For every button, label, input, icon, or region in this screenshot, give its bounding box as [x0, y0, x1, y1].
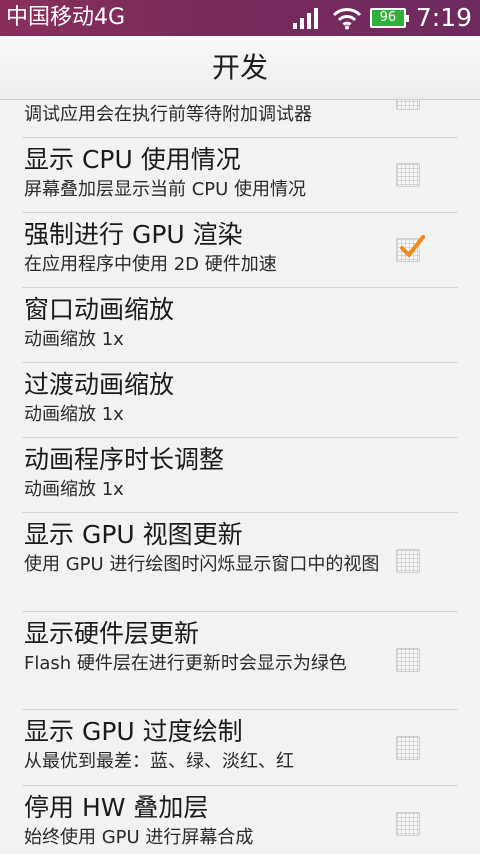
setting-transition-animation-scale[interactable]: 过渡动画缩放 动画缩放 1x	[0, 363, 480, 438]
setting-summary: 屏幕叠加层显示当前 CPU 使用情况	[24, 179, 307, 200]
setting-summary: 从最优到最差：蓝、绿、淡红、红	[24, 751, 294, 772]
status-bar: 中国移动4G 96 7:19	[0, 0, 480, 36]
setting-wait-for-debugger[interactable]: 调试应用会在执行前等待附加调试器	[0, 100, 480, 138]
setting-summary: 动画缩放 1x	[24, 404, 124, 425]
setting-title: 显示 GPU 视图更新	[24, 520, 243, 549]
force-gpu-rendering-checkbox[interactable]	[396, 235, 425, 262]
setting-title: 过渡动画缩放	[24, 370, 175, 399]
show-cpu-usage-checkbox[interactable]	[396, 163, 420, 187]
setting-summary: 动画缩放 1x	[24, 479, 124, 500]
title-bar: 开发	[0, 36, 480, 100]
setting-show-gpu-overdraw[interactable]: 显示 GPU 过度绘制 从最优到最差：蓝、绿、淡红、红	[0, 710, 480, 786]
setting-title: 窗口动画缩放	[24, 295, 175, 324]
show-gpu-overdraw-checkbox[interactable]	[396, 736, 420, 760]
setting-window-animation-scale[interactable]: 窗口动画缩放 动画缩放 1x	[0, 288, 480, 363]
setting-show-hardware-layer-updates[interactable]: 显示硬件层更新 Flash 硬件层在进行更新时会显示为绿色	[0, 612, 480, 710]
battery-icon: 96	[369, 8, 409, 28]
setting-summary: 动画缩放 1x	[24, 329, 124, 350]
setting-title: 显示硬件层更新	[24, 619, 200, 648]
settings-list[interactable]: 调试应用会在执行前等待附加调试器 显示 CPU 使用情况 屏幕叠加层显示当前 C…	[0, 100, 480, 854]
setting-show-cpu-usage[interactable]: 显示 CPU 使用情况 屏幕叠加层显示当前 CPU 使用情况	[0, 138, 480, 213]
status-icons: 96 7:19	[292, 3, 472, 33]
setting-disable-hw-overlays[interactable]: 停用 HW 叠加层 始终使用 GPU 进行屏幕合成	[0, 786, 480, 854]
wait-for-debugger-checkbox[interactable]	[396, 100, 420, 110]
setting-title: 显示 CPU 使用情况	[24, 145, 241, 174]
carrier-name: 中国移动4G	[6, 5, 126, 30]
setting-summary: 始终使用 GPU 进行屏幕合成	[24, 827, 254, 848]
battery-level: 96	[379, 10, 397, 25]
wifi-icon	[332, 8, 361, 30]
setting-animator-duration-scale[interactable]: 动画程序时长调整 动画缩放 1x	[0, 438, 480, 513]
clock: 7:19	[415, 3, 472, 32]
setting-summary: 使用 GPU 进行绘图时闪烁显示窗口中的视图	[24, 554, 380, 575]
setting-force-gpu-rendering[interactable]: 强制进行 GPU 渲染 在应用程序中使用 2D 硬件加速	[0, 213, 480, 288]
setting-summary: Flash 硬件层在进行更新时会显示为绿色	[24, 653, 347, 674]
disable-hw-overlays-checkbox[interactable]	[396, 812, 420, 836]
page-title: 开发	[211, 51, 268, 84]
setting-show-gpu-view-updates[interactable]: 显示 GPU 视图更新 使用 GPU 进行绘图时闪烁显示窗口中的视图	[0, 513, 480, 612]
show-gpu-view-updates-checkbox[interactable]	[396, 549, 420, 573]
setting-summary: 调试应用会在执行前等待附加调试器	[24, 104, 312, 125]
setting-title: 强制进行 GPU 渲染	[24, 220, 243, 249]
setting-summary: 在应用程序中使用 2D 硬件加速	[24, 254, 277, 275]
signal-icon	[292, 8, 318, 29]
check-mark-icon	[400, 235, 425, 257]
setting-title: 停用 HW 叠加层	[24, 793, 209, 822]
setting-title: 动画程序时长调整	[24, 445, 225, 474]
show-hardware-layer-updates-checkbox[interactable]	[396, 648, 420, 672]
setting-title: 显示 GPU 过度绘制	[24, 717, 243, 746]
